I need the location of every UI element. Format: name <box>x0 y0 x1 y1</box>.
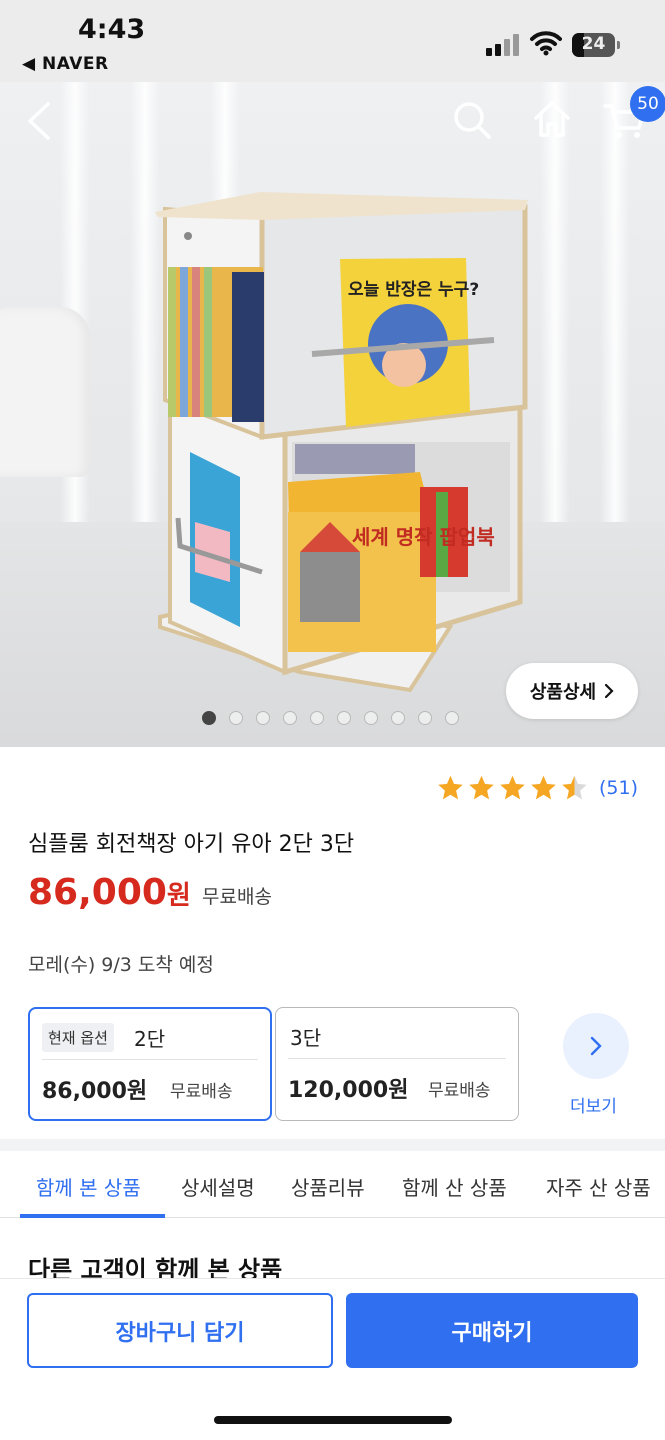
pagination-dot[interactable] <box>310 711 324 725</box>
option-name: 3단 <box>290 1026 322 1050</box>
pagination-dot[interactable] <box>202 711 216 725</box>
product-image-gallery[interactable]: 세계 명작 팝업북 오늘 반장은 누구? <box>0 82 665 747</box>
pagination-dot[interactable] <box>229 711 243 725</box>
shipping-info: 무료배송 <box>202 886 272 908</box>
status-bar: 4:43 ◀ NAVER 24 <box>0 0 665 82</box>
option-price: 86,000원 <box>42 1079 148 1104</box>
back-icon[interactable] <box>26 102 52 140</box>
back-to-app-link[interactable]: ◀ NAVER <box>22 54 109 74</box>
pagination-dot[interactable] <box>418 711 432 725</box>
star-icon <box>469 775 494 800</box>
search-icon[interactable] <box>452 100 492 140</box>
tab-description[interactable]: 상세설명 <box>181 1172 255 1201</box>
clock-time: 4:43 <box>78 14 146 45</box>
section-divider <box>0 1139 665 1151</box>
cellular-signal-icon <box>486 34 522 56</box>
more-options-label[interactable]: 더보기 <box>570 1092 617 1117</box>
star-icon <box>438 775 463 800</box>
chevron-right-icon <box>605 683 614 699</box>
pagination-dot[interactable] <box>391 711 405 725</box>
home-icon[interactable] <box>532 99 572 139</box>
buy-now-button[interactable]: 구매하기 <box>346 1293 638 1368</box>
chevron-right-icon <box>590 1036 602 1056</box>
pagination-dot[interactable] <box>283 711 297 725</box>
active-tab-indicator <box>20 1214 165 1218</box>
current-option-tag: 현재 옵션 <box>42 1023 114 1052</box>
book-cover-title: 오늘 반장은 누구? <box>348 280 479 300</box>
tab-bar: 함께 본 상품 상세설명 상품리뷰 함께 산 상품 자주 산 상품 <box>0 1152 665 1218</box>
product-photo: 세계 명작 팝업북 오늘 반장은 누구? <box>155 192 528 693</box>
rating-stars[interactable]: (51) <box>436 774 638 802</box>
battery-icon: 24 <box>572 33 620 57</box>
more-options-button[interactable] <box>563 1013 629 1079</box>
option-card-3tier[interactable]: 3단 120,000원 무료배송 <box>275 1007 519 1121</box>
tab-viewed-together[interactable]: 함께 본 상품 <box>36 1172 141 1201</box>
battery-level: 24 <box>581 34 606 54</box>
option-shipping: 무료배송 <box>170 1082 233 1102</box>
pagination-dot[interactable] <box>364 711 378 725</box>
product-detail-button[interactable]: 상품상세 <box>506 663 638 719</box>
star-icon <box>562 775 587 800</box>
star-icon <box>531 775 556 800</box>
product-price: 86,000원 <box>28 872 191 913</box>
option-card-2tier[interactable]: 현재 옵션 2단 86,000원 무료배송 <box>28 1007 272 1121</box>
pagination-dot[interactable] <box>337 711 351 725</box>
pagination-dot[interactable] <box>256 711 270 725</box>
product-detail-label: 상품상세 <box>529 682 597 703</box>
home-indicator <box>214 1416 452 1424</box>
tab-bought-together[interactable]: 함께 산 상품 <box>402 1172 507 1201</box>
tab-frequently-bought[interactable]: 자주 산 상품 <box>546 1172 651 1201</box>
wifi-icon <box>530 31 562 56</box>
cart-count-badge[interactable]: 50 <box>630 86 665 122</box>
book-box-title: 세계 명작 팝업북 <box>352 525 495 549</box>
add-to-cart-button[interactable]: 장바구니 담기 <box>27 1293 333 1368</box>
option-shipping: 무료배송 <box>428 1081 491 1101</box>
pagination-dot[interactable] <box>445 711 459 725</box>
gallery-pagination[interactable] <box>202 711 459 725</box>
arrival-estimate: 모레(수) 9/3 도착 예정 <box>28 954 214 976</box>
option-name: 2단 <box>134 1027 166 1051</box>
review-count[interactable]: (51) <box>599 777 638 799</box>
option-price: 120,000원 <box>288 1078 409 1103</box>
tab-reviews[interactable]: 상품리뷰 <box>291 1172 365 1201</box>
product-title: 심플룸 회전책장 아기 유아 2단 3단 <box>28 832 355 857</box>
star-icon <box>500 775 525 800</box>
